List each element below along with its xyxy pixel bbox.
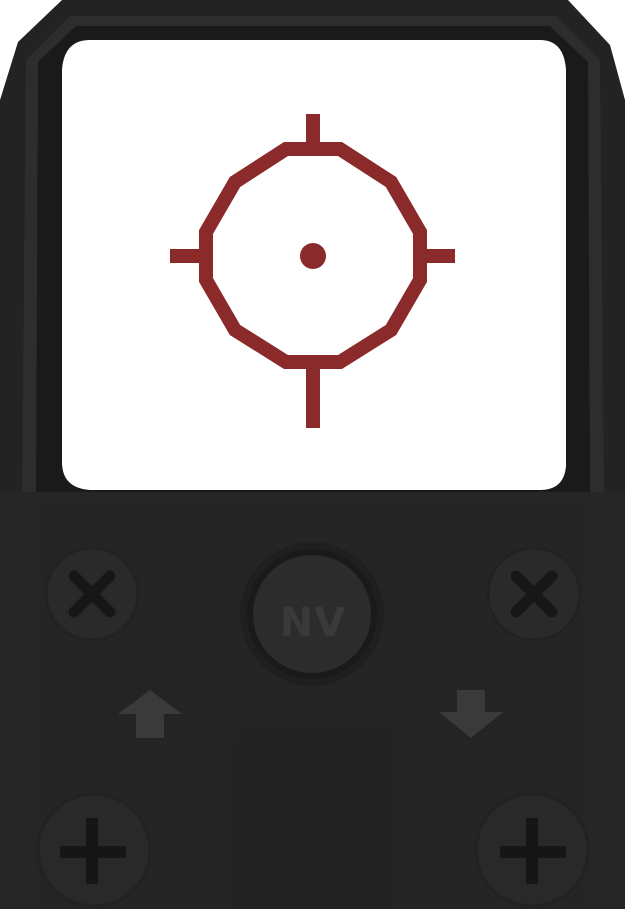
nv-label: NV	[280, 600, 346, 646]
reticle-dot	[300, 243, 326, 269]
red-dot-sight: NV	[0, 0, 625, 909]
screw-bottom-right	[474, 792, 590, 908]
screw-top-right	[486, 546, 582, 642]
nv-button[interactable]: NV	[240, 542, 384, 686]
brightness-up-button[interactable]	[82, 684, 236, 740]
brightness-down-button[interactable]	[404, 684, 538, 740]
screw-top-left	[44, 546, 140, 642]
screw-bottom-left	[36, 792, 152, 908]
lower-body-recess	[232, 728, 392, 909]
